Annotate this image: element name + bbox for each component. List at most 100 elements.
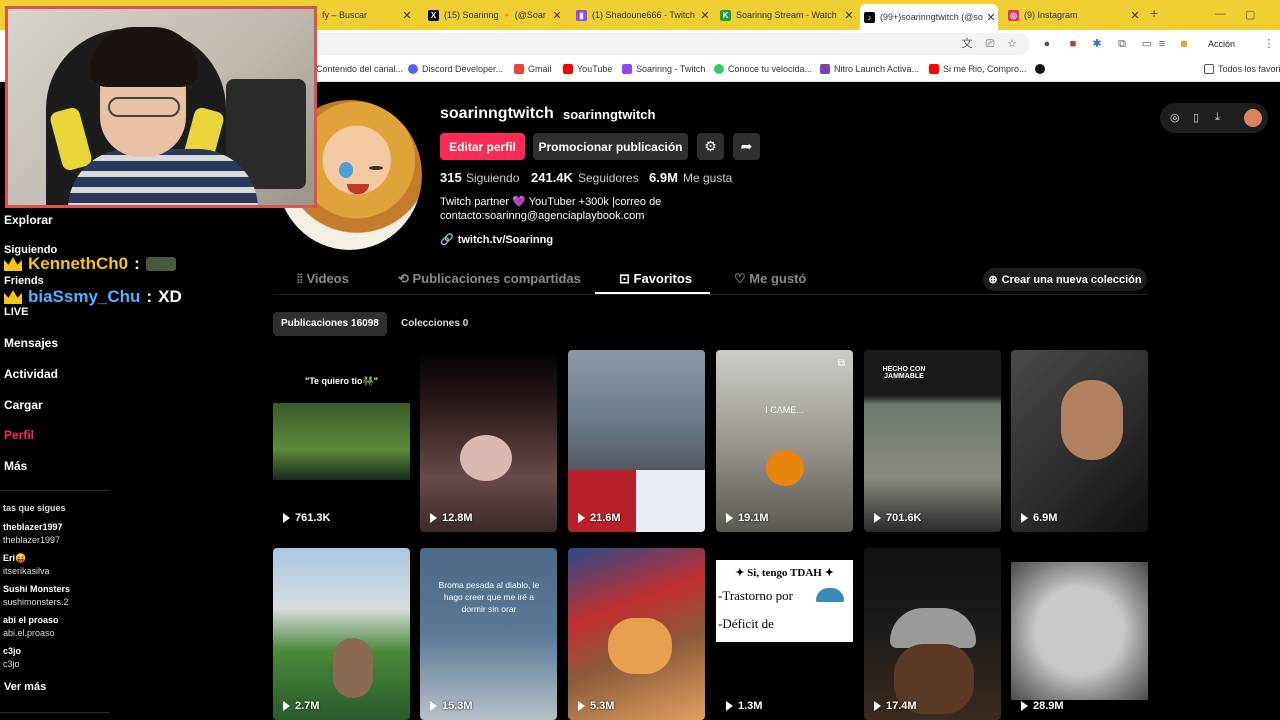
video-card[interactable]: 2.7M bbox=[273, 548, 410, 720]
sidebar-item-friends[interactable]: Friends bbox=[4, 275, 44, 287]
video-card[interactable]: HECHO CON JAMMABLE 701.6K bbox=[864, 350, 1001, 532]
edit-profile-button[interactable]: Editar perfil bbox=[440, 133, 525, 160]
close-icon[interactable]: ✕ bbox=[550, 9, 564, 22]
browser-tab[interactable]: K Soarinng Stream - Watch ✕ bbox=[716, 4, 856, 26]
bookmark[interactable]: Conoce tu velocida... bbox=[714, 64, 812, 74]
sidebar-divider bbox=[0, 712, 110, 713]
sidebar-item-upload[interactable]: Cargar bbox=[4, 398, 43, 412]
view-count: 701.6K bbox=[874, 512, 921, 524]
followed-account-handle[interactable]: c3jo bbox=[3, 659, 20, 669]
profile-link-text: twitch.tv/Soarinng bbox=[457, 233, 554, 246]
view-count-text: 2.7M bbox=[295, 700, 320, 712]
view-count-text: 5.3M bbox=[590, 700, 615, 712]
tab-liked[interactable]: ♡ Me gustó bbox=[734, 271, 806, 287]
followers-count[interactable]: 241.4K bbox=[531, 170, 573, 185]
extension-icon[interactable]: ● bbox=[1040, 37, 1054, 51]
bookmark[interactable] bbox=[1035, 64, 1049, 74]
puzzle-icon[interactable]: ⧉ bbox=[1115, 37, 1129, 51]
new-tab-icon[interactable]: + bbox=[1150, 5, 1158, 21]
bookmark[interactable]: Contenido del canal... bbox=[316, 64, 403, 74]
followed-account-handle[interactable]: sushimonsters.2 bbox=[3, 597, 69, 607]
followed-account-name[interactable]: Eri😝 bbox=[3, 553, 26, 564]
view-count-text: 17.4M bbox=[886, 700, 917, 712]
extension-icon[interactable]: ✱ bbox=[1090, 37, 1104, 51]
sidebar-item-more[interactable]: Más bbox=[4, 459, 27, 473]
close-icon[interactable]: ✕ bbox=[984, 11, 998, 24]
sidebar-item-live[interactable]: LIVE bbox=[4, 306, 28, 318]
share-button[interactable]: ➦ bbox=[733, 133, 760, 160]
video-card[interactable]: Broma pesada al diablo, le hago creer qu… bbox=[420, 548, 557, 720]
video-card[interactable]: 17.4M bbox=[864, 548, 1001, 720]
following-accounts-header: tas que sigues bbox=[3, 503, 66, 513]
bookmark[interactable]: Si me Rio, Compro... bbox=[929, 64, 1027, 74]
publications-subtab[interactable]: Publicaciones 16098 bbox=[273, 312, 387, 336]
browser-tab[interactable]: ◎ (9) Instagram ✕ bbox=[1004, 4, 1142, 26]
settings-button[interactable]: ⚙ bbox=[697, 133, 724, 160]
download-icon[interactable]: ⤓ bbox=[1215, 111, 1220, 124]
followed-account-name[interactable]: abi el proaso bbox=[3, 615, 59, 625]
following-count[interactable]: 315 bbox=[440, 170, 462, 185]
followed-account-name[interactable]: theblazer1997 bbox=[3, 522, 63, 532]
mobile-icon[interactable]: ▯ bbox=[1193, 111, 1199, 124]
collections-subtab[interactable]: Colecciones 0 bbox=[401, 318, 468, 329]
video-card[interactable]: 21.6M bbox=[568, 350, 705, 532]
see-more-link[interactable]: Ver más bbox=[4, 681, 46, 693]
share-icon: ➦ bbox=[740, 138, 753, 154]
close-icon[interactable]: ✕ bbox=[400, 9, 414, 22]
sidepanel-icon[interactable]: ▭ bbox=[1140, 37, 1154, 51]
followed-account-name[interactable]: Sushi Monsters bbox=[3, 584, 70, 594]
cast-icon[interactable]: ⎚ bbox=[983, 37, 997, 51]
media-icon[interactable]: ≡ bbox=[1155, 37, 1169, 51]
close-icon[interactable]: ✕ bbox=[1128, 9, 1142, 22]
compass-icon[interactable]: ◎ bbox=[1170, 111, 1180, 124]
video-card[interactable]: "Te quiero tio👬" 761.3K bbox=[273, 350, 410, 532]
followed-account-handle[interactable]: abi.el.proaso bbox=[3, 628, 55, 638]
play-icon bbox=[874, 513, 881, 523]
tab-favorites[interactable]: ⊡ Favoritos bbox=[619, 271, 692, 287]
profile-avatar-icon[interactable]: ☻ bbox=[1177, 37, 1191, 51]
browser-tab[interactable]: ▮ (1) Shadoune666 - Twitch ✕ bbox=[572, 4, 712, 26]
tab-reposts[interactable]: ⟲ Publicaciones compartidas bbox=[398, 271, 581, 287]
followed-account-handle[interactable]: theblazer1997 bbox=[3, 535, 60, 545]
sidebar-item-activity[interactable]: Actividad bbox=[4, 367, 58, 381]
url-field[interactable] bbox=[300, 33, 1030, 55]
menu-icon[interactable]: ⋮ bbox=[1262, 37, 1276, 51]
close-icon[interactable]: ✕ bbox=[698, 9, 712, 22]
globe-icon bbox=[1035, 64, 1045, 74]
minimize-icon[interactable]: — bbox=[1215, 8, 1226, 20]
bookmark[interactable]: YouTube bbox=[563, 64, 612, 74]
bookmark[interactable]: Soarinng - Twitch bbox=[622, 64, 705, 74]
followed-account-name[interactable]: c3jo bbox=[3, 646, 21, 656]
video-card[interactable]: 28.9M bbox=[1011, 548, 1148, 720]
sidebar-item-explore[interactable]: Explorar bbox=[4, 213, 53, 227]
user-avatar-icon[interactable] bbox=[1244, 109, 1262, 127]
extension-icon[interactable]: ■ bbox=[1066, 37, 1080, 51]
video-card[interactable]: ✦ Si, tengo TDAH ✦ -Trastorno por -Défic… bbox=[716, 548, 853, 720]
bookmark[interactable]: Discord Developer... bbox=[408, 64, 503, 74]
maximize-icon[interactable]: ▢ bbox=[1245, 8, 1255, 21]
browser-tab[interactable]: X (15) Soarinng 🔸 (@Soar ✕ bbox=[424, 4, 564, 26]
speedtest-icon bbox=[714, 64, 724, 74]
create-collection-button[interactable]: ⊕ Crear una nueva colección bbox=[983, 268, 1147, 291]
twitch-icon bbox=[622, 64, 632, 74]
star-icon[interactable]: ☆ bbox=[1005, 37, 1019, 51]
video-card[interactable]: 12.8M bbox=[420, 350, 557, 532]
close-icon[interactable]: ✕ bbox=[842, 9, 856, 22]
view-count: 2.7M bbox=[283, 700, 319, 712]
bookmark[interactable]: Gmail bbox=[514, 64, 552, 74]
video-card[interactable]: I CAME... ⧉ 19.1M bbox=[716, 350, 853, 532]
sidebar-item-messages[interactable]: Mensajes bbox=[4, 336, 58, 350]
translate-icon[interactable]: 文 bbox=[960, 37, 974, 51]
profile-link[interactable]: 🔗 twitch.tv/Soarinng bbox=[440, 233, 554, 247]
all-bookmarks[interactable]: Todos los favorit bbox=[1204, 64, 1280, 74]
bookmark[interactable]: Nitro Launch Activa... bbox=[820, 64, 919, 74]
tab-videos[interactable]: ⦙⦙ Videos bbox=[297, 271, 349, 287]
video-card[interactable]: 5.3M bbox=[568, 548, 705, 720]
view-count-text: 21.6M bbox=[590, 512, 621, 524]
video-card[interactable]: 6.9M bbox=[1011, 350, 1148, 532]
promote-post-button[interactable]: Promocionar publicación bbox=[533, 133, 688, 160]
browser-tab-active[interactable]: ♪ (99+)soarinngtwitch (@so ✕ bbox=[860, 4, 998, 30]
followed-account-handle[interactable]: itserikasilva bbox=[3, 566, 50, 576]
sidebar-item-profile[interactable]: Perfil bbox=[4, 428, 34, 442]
browser-tab[interactable]: fy – Buscar ✕ bbox=[318, 4, 414, 26]
